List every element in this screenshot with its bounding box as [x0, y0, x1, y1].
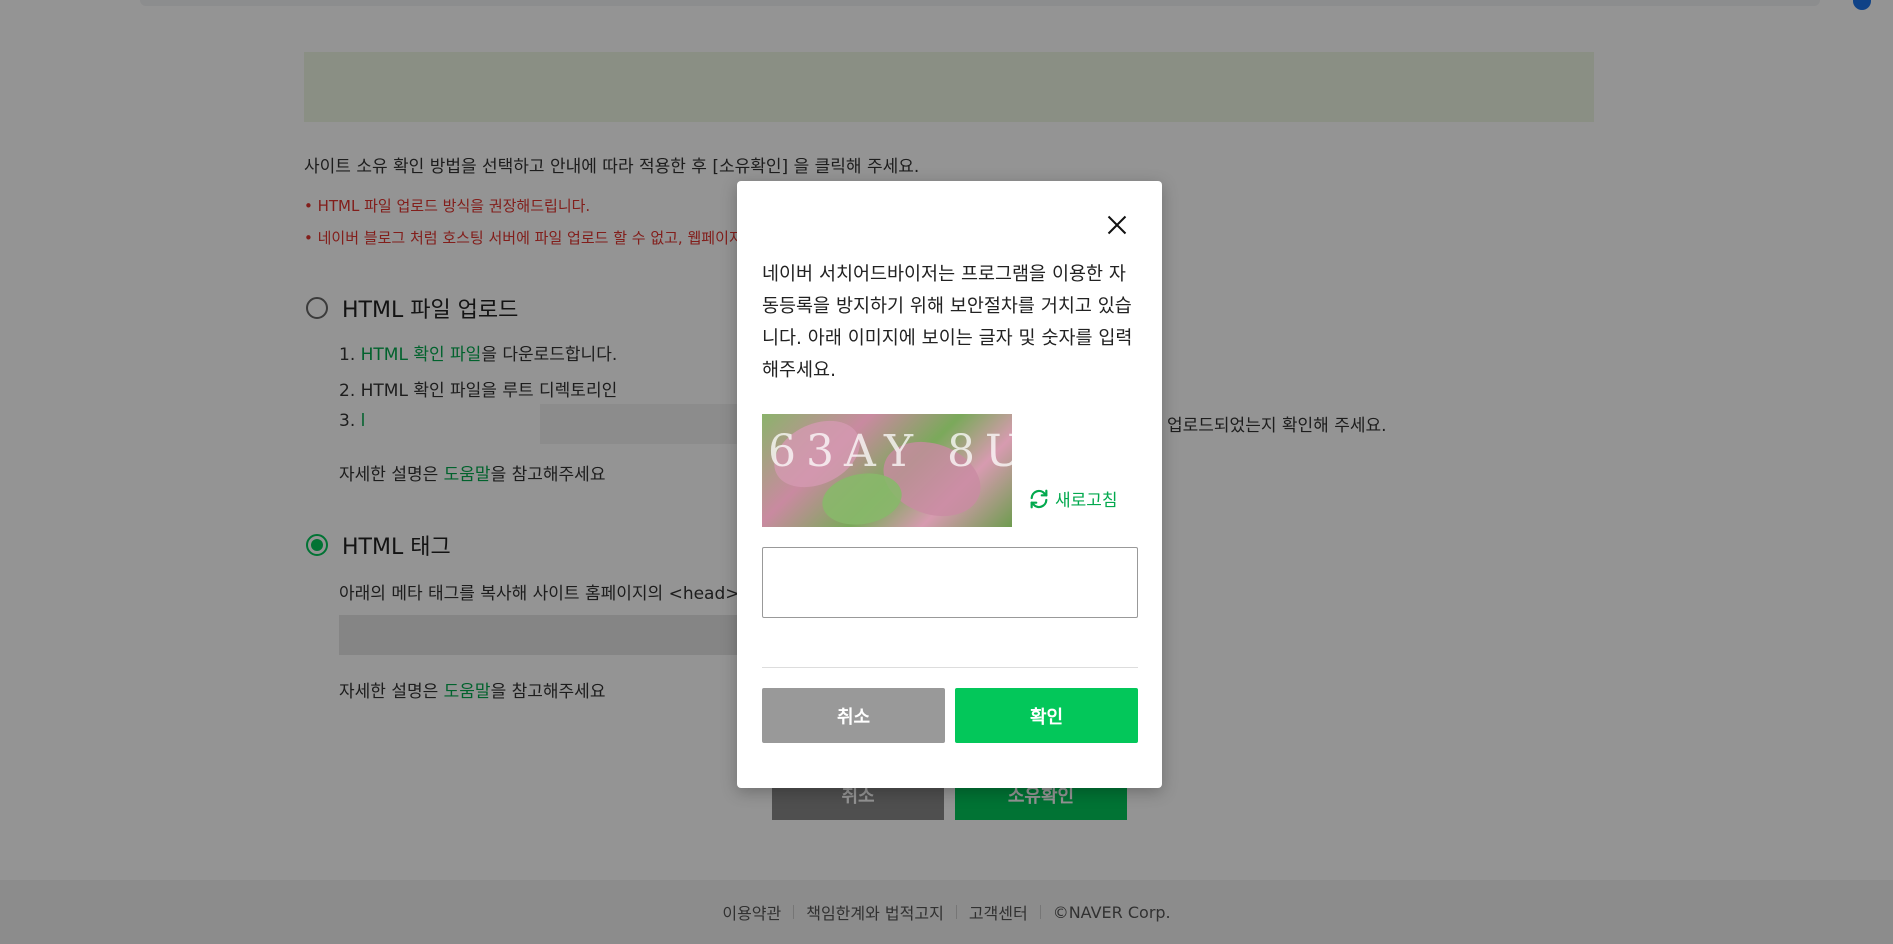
cancel-button[interactable]: 취소 — [762, 688, 945, 743]
refresh-icon — [1030, 489, 1048, 508]
captcha-image: 63AY 8UF — [762, 414, 1012, 527]
captcha-message: 네이버 서치어드바이저는 프로그램을 이용한 자동등록을 방지하기 위해 보안절… — [762, 264, 1133, 381]
refresh-captcha-button[interactable]: 새로고침 — [1028, 486, 1118, 511]
refresh-label: 새로고침 — [1055, 491, 1118, 511]
captcha-dialog: 네이버 서치어드바이저는 프로그램을 이용한 자동등록을 방지하기 위해 보안절… — [737, 181, 1162, 788]
captcha-characters: 63AY 8UF — [768, 426, 1012, 477]
confirm-button[interactable]: 확인 — [955, 688, 1138, 743]
divider — [762, 667, 1138, 668]
captcha-input[interactable] — [762, 547, 1138, 618]
close-icon[interactable] — [1103, 211, 1131, 239]
